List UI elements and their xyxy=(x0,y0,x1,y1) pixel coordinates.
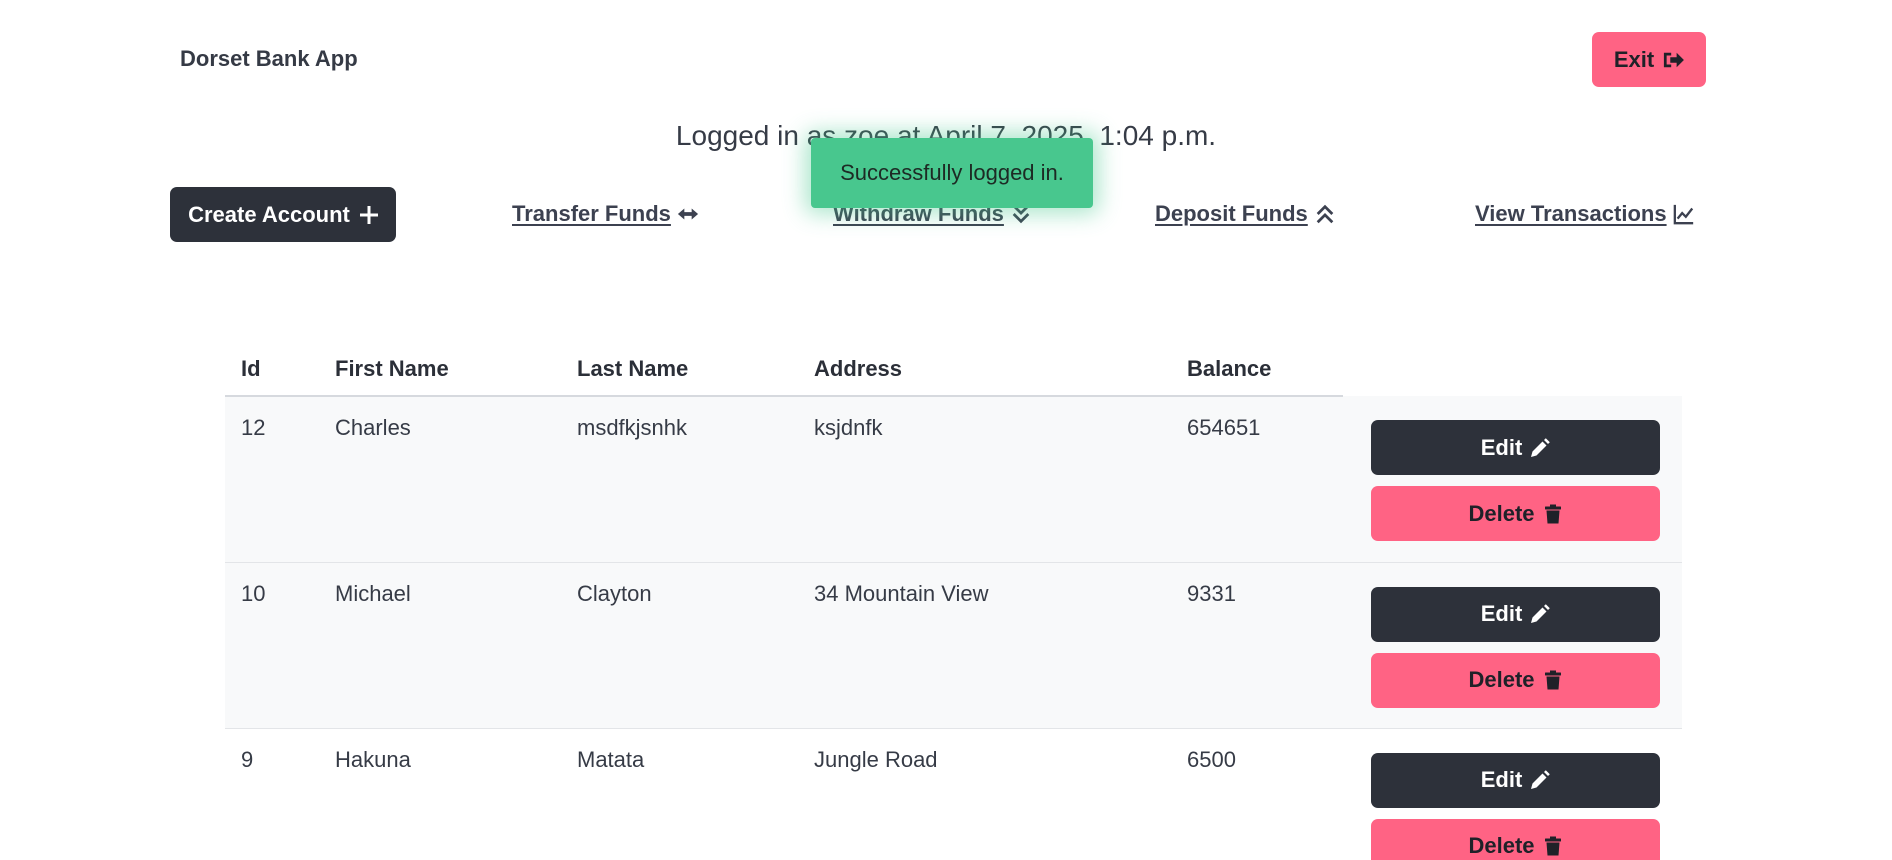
cell-balance: 6500 xyxy=(1171,728,1343,860)
edit-button-label: Edit xyxy=(1480,767,1523,792)
cell-last-name: Clayton xyxy=(561,562,798,729)
pencil-icon xyxy=(1531,770,1551,789)
cell-id: 9 xyxy=(225,728,319,860)
create-account-button[interactable]: Create Account xyxy=(170,187,396,242)
cell-balance: 654651 xyxy=(1171,396,1343,563)
delete-button[interactable]: Delete xyxy=(1371,818,1660,860)
arrows-left-right-icon xyxy=(677,208,699,220)
deposit-funds-label: Deposit Funds xyxy=(1155,201,1308,226)
edit-button-label: Edit xyxy=(1480,434,1523,460)
cell-last-name: msdfkjsnhk xyxy=(561,396,798,563)
cell-last-name: Matata xyxy=(561,728,798,860)
trash-icon xyxy=(1544,670,1561,690)
pencil-icon xyxy=(1531,604,1551,623)
sign-out-icon xyxy=(1664,52,1685,67)
cell-id: 12 xyxy=(225,396,319,563)
cell-actions: Edit Delete xyxy=(1343,728,1682,860)
cell-id: 10 xyxy=(225,562,319,729)
view-transactions-link[interactable]: View Transactions xyxy=(1475,201,1695,227)
table-row: 10 Michael Clayton 34 Mountain View 9331… xyxy=(225,562,1682,729)
pencil-icon xyxy=(1531,437,1551,457)
cell-actions: Edit Delete xyxy=(1343,396,1682,563)
transfer-funds-link[interactable]: Transfer Funds xyxy=(512,201,699,227)
header-id: Id xyxy=(225,344,319,397)
cell-actions: Edit Delete xyxy=(1343,562,1682,729)
exit-button-label: Exit xyxy=(1613,46,1655,72)
edit-button[interactable]: Edit xyxy=(1371,586,1660,642)
cell-first-name: Charles xyxy=(319,396,561,563)
create-account-label: Create Account xyxy=(188,201,350,227)
accounts-table: Id First Name Last Name Address Balance … xyxy=(225,344,1682,860)
cell-first-name: Michael xyxy=(319,562,561,729)
delete-button-label: Delete xyxy=(1468,833,1535,858)
cell-address: 34 Mountain View xyxy=(798,562,1171,729)
header-balance: Balance xyxy=(1171,344,1343,397)
trash-icon xyxy=(1544,836,1561,856)
edit-button-label: Edit xyxy=(1480,601,1523,626)
cell-first-name: Hakuna xyxy=(319,728,561,860)
table-row: 12 Charles msdfkjsnhk ksjdnfk 654651 Edi… xyxy=(225,396,1682,563)
table-row: 9 Hakuna Matata Jungle Road 6500 Edit De… xyxy=(225,728,1682,860)
exit-button[interactable]: Exit xyxy=(1592,32,1706,87)
cell-balance: 9331 xyxy=(1171,562,1343,729)
app-title: Dorset Bank App xyxy=(180,46,358,71)
delete-button[interactable]: Delete xyxy=(1371,486,1660,541)
header-actions xyxy=(1343,344,1682,396)
header-address: Address xyxy=(798,344,1171,397)
edit-button[interactable]: Edit xyxy=(1371,752,1660,808)
header-first-name: First Name xyxy=(319,344,561,397)
delete-button-label: Delete xyxy=(1468,500,1535,526)
header-last-name: Last Name xyxy=(561,344,798,397)
trash-icon xyxy=(1544,504,1561,523)
cell-address: Jungle Road xyxy=(798,728,1171,860)
plus-icon xyxy=(359,205,378,224)
edit-button[interactable]: Edit xyxy=(1371,420,1660,475)
cell-address: ksjdnfk xyxy=(798,396,1171,563)
double-chevron-up-icon xyxy=(1316,204,1334,224)
page: Dorset Bank App Exit Logged in as zoe at… xyxy=(0,0,1892,860)
delete-button[interactable]: Delete xyxy=(1371,652,1660,708)
transfer-funds-label: Transfer Funds xyxy=(512,201,671,226)
line-chart-icon xyxy=(1673,204,1693,225)
table-header-row: Id First Name Last Name Address Balance xyxy=(225,344,1682,397)
view-transactions-label: View Transactions xyxy=(1475,201,1667,226)
deposit-funds-link[interactable]: Deposit Funds xyxy=(1155,201,1336,227)
success-toast: Successfully logged in. xyxy=(811,138,1093,208)
delete-button-label: Delete xyxy=(1468,667,1535,692)
